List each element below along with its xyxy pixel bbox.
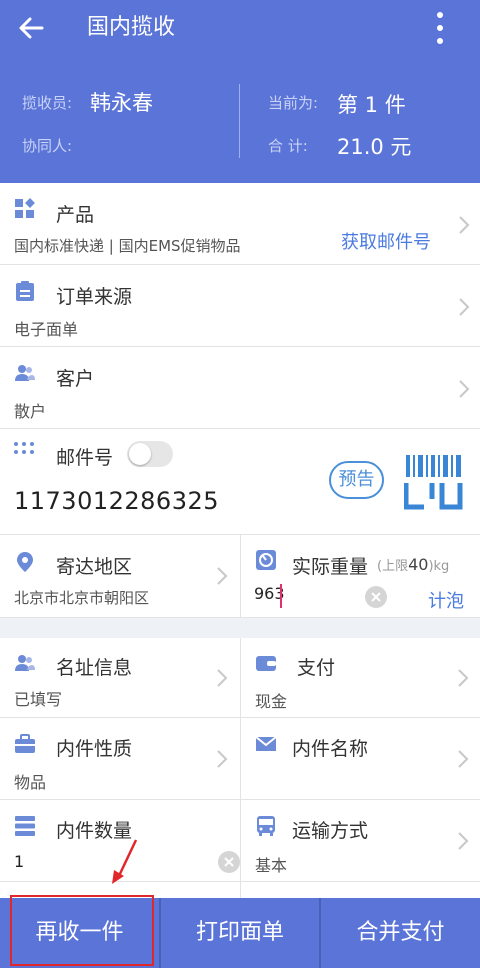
- total-label: 合 计:: [268, 137, 308, 155]
- chevron-right-icon: [458, 832, 469, 850]
- clipboard-icon: [16, 281, 34, 301]
- clear-quantity-icon[interactable]: [218, 851, 240, 873]
- region-title: 寄达地区: [56, 556, 133, 578]
- section-separator: [0, 618, 480, 638]
- payment-row[interactable]: 支付 现金: [241, 638, 480, 718]
- region-row[interactable]: 寄达地区 北京市北京市朝阳区: [0, 535, 240, 618]
- order-source-row[interactable]: 订单来源 电子面单: [0, 265, 480, 347]
- address-info-title: 名址信息: [56, 657, 133, 679]
- chevron-right-icon: [217, 669, 228, 687]
- chevron-right-icon: [459, 298, 470, 316]
- merge-payment-button[interactable]: 合并支付: [321, 898, 480, 968]
- address-info-row[interactable]: 名址信息 已填写: [0, 638, 240, 718]
- total-value: 21.0 元: [337, 135, 412, 159]
- app-bar: 国内揽收: [0, 0, 480, 56]
- content-type-title: 内件性质: [56, 738, 133, 760]
- collection-summary: 揽收员: 韩永春 协同人: 当前为: 第 1 件 合 计: 21.0 元: [0, 56, 480, 183]
- barcode-scan-icon[interactable]: [404, 453, 464, 511]
- mail-number-value[interactable]: 1173012286325: [14, 487, 219, 515]
- chevron-right-icon: [459, 380, 470, 398]
- product-icon: [15, 198, 35, 218]
- customer-title: 客户: [56, 368, 95, 390]
- summary-divider: [239, 84, 240, 158]
- content-quantity-input[interactable]: 1: [14, 852, 24, 871]
- weight-limit-value: 40: [408, 555, 429, 574]
- page-title: 国内揽收: [87, 15, 176, 40]
- weight-title: 实际重量: [292, 556, 369, 578]
- assistant-label: 协同人:: [22, 137, 73, 155]
- order-source-value: 电子面单: [14, 320, 79, 339]
- more-menu-icon[interactable]: [426, 10, 454, 46]
- bus-icon: [257, 816, 275, 836]
- content-type-row[interactable]: 内件性质 物品: [0, 718, 240, 800]
- scale-icon: [256, 550, 276, 570]
- weight-limit-suffix: )kg: [428, 559, 450, 574]
- users-icon: [15, 365, 35, 381]
- content-type-value: 物品: [14, 773, 47, 792]
- volumetric-weight-link[interactable]: 计泡: [428, 587, 464, 613]
- clear-weight-icon[interactable]: [365, 586, 387, 608]
- product-row[interactable]: 产品 国内标准快递 | 国内EMS促销物品 获取邮件号: [0, 183, 480, 265]
- presale-button[interactable]: 预告: [329, 461, 384, 499]
- mail-number-title: 邮件号: [56, 447, 114, 469]
- weight-limit-prefix: (上限: [377, 559, 409, 574]
- back-arrow-icon[interactable]: [16, 13, 46, 43]
- current-value: 第 1 件: [337, 93, 406, 117]
- weight-limit: (上限40)kg: [377, 555, 449, 574]
- current-label: 当前为:: [268, 94, 319, 112]
- text-caret: [280, 584, 282, 608]
- toggle-knob: [129, 443, 151, 465]
- transport-title: 运输方式: [292, 820, 369, 842]
- content-name-row[interactable]: 内件名称: [241, 718, 480, 800]
- highlight-box: [10, 895, 154, 966]
- chevron-right-icon: [458, 750, 469, 768]
- payment-value: 现金: [255, 692, 288, 711]
- location-pin-icon: [17, 552, 33, 572]
- order-source-title: 订单来源: [56, 286, 133, 308]
- product-title: 产品: [56, 204, 95, 226]
- get-mail-number-link[interactable]: 获取邮件号: [341, 228, 431, 254]
- address-info-value: 已填写: [14, 690, 63, 709]
- content-name-title: 内件名称: [292, 738, 369, 760]
- product-value: 国内标准快递 | 国内EMS促销物品: [14, 237, 241, 255]
- customer-value: 散户: [14, 402, 47, 421]
- collector-name: 韩永春: [90, 91, 153, 115]
- mail-number-toggle[interactable]: [127, 441, 173, 467]
- envelope-icon: [255, 736, 277, 751]
- chevron-right-icon: [458, 669, 469, 687]
- region-value: 北京市北京市朝阳区: [14, 589, 150, 607]
- payment-title: 支付: [297, 657, 336, 679]
- dots-grid-icon: [14, 442, 34, 454]
- briefcase-icon: [15, 734, 35, 753]
- users-icon: [15, 655, 35, 671]
- annotation-arrow-icon: [112, 839, 138, 884]
- transport-row[interactable]: 运输方式 基本: [241, 800, 480, 882]
- chevron-right-icon: [459, 216, 470, 234]
- chevron-right-icon: [217, 750, 228, 768]
- customer-row[interactable]: 客户 散户: [0, 347, 480, 429]
- wallet-icon: [256, 656, 276, 671]
- chevron-right-icon: [217, 567, 228, 585]
- transport-value: 基本: [255, 856, 288, 875]
- print-waybill-button[interactable]: 打印面单: [161, 898, 319, 968]
- collector-label: 揽收员:: [22, 94, 73, 112]
- stack-icon: [15, 816, 35, 836]
